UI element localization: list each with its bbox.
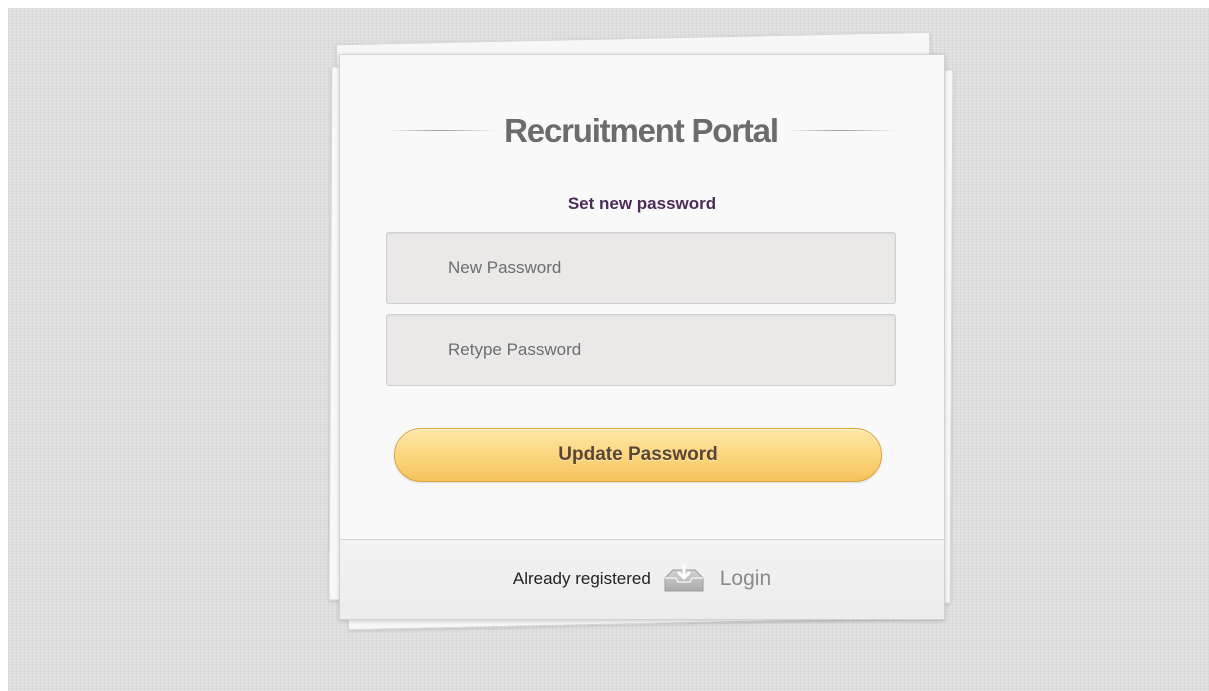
- form-subtitle: Set new password: [567, 194, 717, 213]
- update-password-button[interactable]: Update Password: [394, 428, 882, 482]
- portal-title: Recruitment Portal: [504, 112, 779, 149]
- retype-password-field: [386, 314, 896, 386]
- card-footer: Already registered Login: [340, 539, 944, 619]
- login-link[interactable]: Login: [720, 567, 771, 590]
- page-background: Recruitment Portal Set new password Upda…: [8, 8, 1209, 691]
- portal-header: Recruitment Portal: [386, 109, 896, 153]
- password-reset-card: Recruitment Portal Set new password Upda…: [339, 54, 945, 620]
- login-tray-icon[interactable]: [661, 564, 707, 594]
- new-password-input[interactable]: [387, 233, 895, 303]
- login-prompt: Already registered Login: [340, 562, 944, 596]
- retype-password-input[interactable]: [387, 315, 895, 385]
- new-password-field: [386, 232, 896, 304]
- already-registered-text: Already registered: [512, 569, 651, 588]
